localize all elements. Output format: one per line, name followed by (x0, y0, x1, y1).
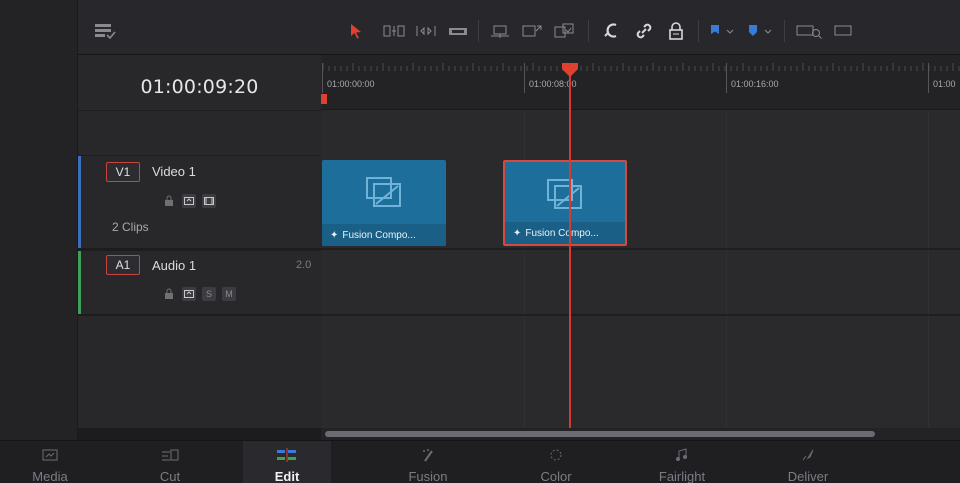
playhead-handle[interactable] (561, 62, 579, 78)
horizontal-scrollbar-thumb[interactable] (325, 431, 875, 437)
page-tab-label: Fairlight (658, 469, 706, 483)
dynamic-trim-mode-icon[interactable] (414, 22, 438, 40)
timeline-clip[interactable]: ✦ Fusion Compo... (322, 160, 446, 246)
page-tab-label: Cut (159, 469, 181, 483)
video-track-clip-count: 2 Clips (112, 220, 149, 234)
playhead-line[interactable] (569, 70, 571, 428)
track-separator (321, 314, 960, 316)
auto-track-select-icon[interactable] (182, 287, 196, 301)
audio-channel-format: 2.0 (296, 259, 312, 271)
zoom-full-timeline-icon[interactable] (794, 22, 824, 40)
page-tab-fairlight[interactable]: Fairlight (622, 441, 742, 483)
auto-track-select-icon[interactable] (182, 194, 196, 208)
cut-icon (120, 447, 220, 463)
deliver-icon (748, 447, 868, 463)
position-lock-icon[interactable] (664, 22, 688, 40)
page-tab-label: Fusion (408, 469, 448, 483)
ruler-major-tick (322, 63, 323, 93)
audio-track-name[interactable]: Audio 1 (152, 258, 196, 273)
toolbar-divider (698, 20, 699, 42)
page-tab-edit[interactable]: Edit (243, 441, 331, 483)
replace-clip-icon[interactable] (552, 22, 576, 40)
snapping-icon[interactable] (600, 22, 624, 40)
timeline-timecode[interactable]: 01:00:09:20 (78, 76, 321, 98)
toolbar-divider (784, 20, 785, 42)
page-tab-label: Deliver (787, 469, 829, 483)
zoom-detail-icon[interactable] (832, 22, 860, 40)
selection-mode-icon[interactable] (346, 22, 366, 40)
trim-edit-mode-icon[interactable] (382, 22, 406, 40)
page-tab-cut[interactable]: Cut (120, 441, 220, 483)
color-icon (496, 447, 616, 463)
header-divider (78, 110, 321, 111)
left-gutter (0, 0, 78, 440)
page-tab-label: Edit (274, 469, 300, 483)
audio-track-header[interactable]: A1 Audio 1 2.0 S M (78, 250, 321, 314)
insert-clip-icon[interactable] (488, 22, 512, 40)
timecode-panel (78, 55, 321, 155)
linked-selection-icon[interactable] (632, 22, 656, 40)
track-lock-icon[interactable] (162, 194, 176, 208)
video-track-header[interactable]: V1 Video 1 2 Clips (78, 155, 321, 248)
fusion-sparkle-icon: ✦ (513, 227, 522, 239)
fusion-composition-thumbnail-icon (505, 162, 625, 226)
page-tab-label: Color (540, 469, 572, 483)
blade-edit-mode-icon[interactable] (446, 22, 470, 40)
page-tab-color[interactable]: Color (496, 441, 616, 483)
ruler-major-tick (524, 63, 525, 93)
audio-track-id[interactable]: A1 (106, 255, 140, 275)
fairlight-icon (622, 447, 742, 463)
timeline-start-marker (321, 94, 327, 104)
timeline-view-options-icon[interactable] (92, 22, 118, 40)
clip-label: ✦ Fusion Compo... (505, 222, 625, 244)
media-icon (0, 447, 100, 463)
ruler-label: 01:00 (933, 79, 956, 89)
grid-line (524, 110, 525, 428)
clip-name: Fusion Compo... (525, 227, 599, 239)
solo-button[interactable]: S (202, 287, 216, 301)
timeline-canvas[interactable] (321, 110, 960, 428)
grid-line (928, 110, 929, 428)
toolbar-divider (478, 20, 479, 42)
mute-button[interactable]: M (222, 287, 236, 301)
fusion-sparkle-icon: ✦ (330, 229, 339, 241)
ruler-label: 01:00:00:00 (327, 79, 375, 89)
timeline-ruler[interactable]: 01:00:00:00 01:00:08:00 01:00:16:00 01:0… (321, 55, 960, 110)
fusion-composition-thumbnail-icon (322, 160, 446, 224)
track-lock-icon[interactable] (162, 287, 176, 301)
ruler-label: 01:00:16:00 (731, 79, 779, 89)
marker-dropdown[interactable] (744, 22, 778, 40)
timeline-clip-selected[interactable]: ✦ Fusion Compo... (503, 160, 627, 246)
page-tab-deliver[interactable]: Deliver (748, 441, 868, 483)
clip-label: ✦ Fusion Compo... (322, 224, 446, 246)
ruler-ticks (322, 63, 960, 71)
disable-video-track-icon[interactable] (202, 194, 216, 208)
ruler-major-tick (928, 63, 929, 93)
audio-track-color-strip (78, 251, 81, 314)
fusion-icon (368, 447, 488, 463)
ruler-major-tick (726, 63, 727, 93)
page-tab-label: Media (32, 469, 68, 483)
clip-name: Fusion Compo... (342, 229, 416, 241)
flag-dropdown[interactable] (706, 22, 740, 40)
edit-icon (243, 447, 331, 463)
track-header-empty-area (78, 316, 321, 428)
video-track-color-strip (78, 156, 81, 248)
overwrite-clip-icon[interactable] (520, 22, 544, 40)
page-navigation-bar: Media Cut Edit Fusion Color Fairlight De… (0, 440, 960, 483)
grid-line (726, 110, 727, 428)
video-track-id[interactable]: V1 (106, 162, 140, 182)
page-tab-fusion[interactable]: Fusion (368, 441, 488, 483)
page-tab-media[interactable]: Media (0, 441, 100, 483)
toolbar-divider (588, 20, 589, 42)
track-separator (321, 248, 960, 250)
video-track-name[interactable]: Video 1 (152, 164, 196, 179)
